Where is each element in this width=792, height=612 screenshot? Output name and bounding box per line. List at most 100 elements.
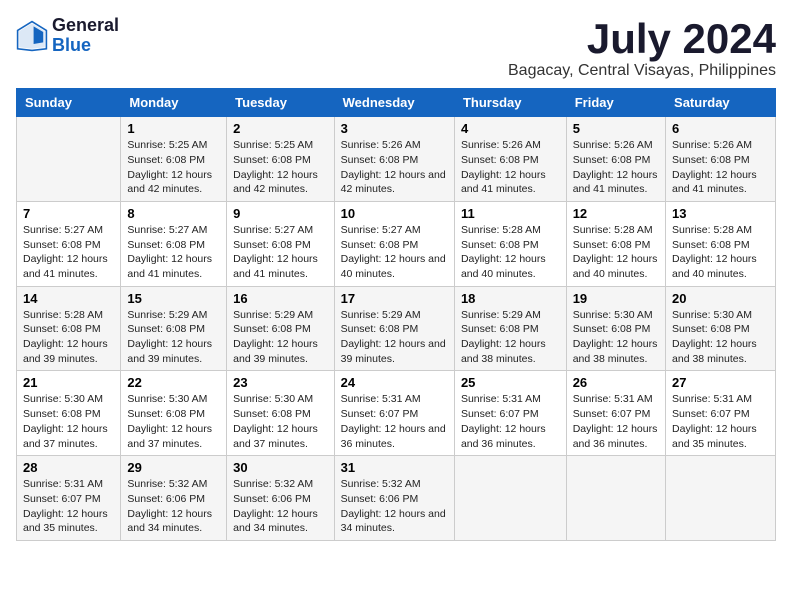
calendar-cell: 22Sunrise: 5:30 AMSunset: 6:08 PMDayligh… [121, 371, 227, 456]
cell-info: Sunrise: 5:30 AMSunset: 6:08 PMDaylight:… [672, 309, 757, 365]
calendar-cell: 10 Sunrise: 5:27 AMSunset: 6:08 PMDayligh… [334, 201, 454, 286]
calendar-cell: 2 Sunrise: 5:25 AMSunset: 6:08 PMDaylight… [227, 117, 334, 202]
logo: General Blue [16, 16, 119, 56]
day-number: 23 [233, 375, 327, 390]
logo-icon [16, 20, 48, 52]
day-number: 9 [233, 206, 327, 221]
calendar-cell [454, 456, 566, 541]
calendar-cell: 11 Sunrise: 5:28 AMSunset: 6:08 PMDayligh… [454, 201, 566, 286]
week-row-5: 28Sunrise: 5:31 AMSunset: 6:07 PMDayligh… [17, 456, 776, 541]
cell-info: Sunrise: 5:25 AMSunset: 6:08 PMDaylight:… [233, 139, 318, 195]
week-row-3: 14Sunrise: 5:28 AMSunset: 6:08 PMDayligh… [17, 286, 776, 371]
cell-info: Sunrise: 5:27 AMSunset: 6:08 PMDaylight:… [23, 224, 108, 280]
cell-info: Sunrise: 5:26 AMSunset: 6:08 PMDaylight:… [461, 139, 546, 195]
cell-info: Sunrise: 5:32 AMSunset: 6:06 PMDaylight:… [127, 478, 212, 534]
logo-blue: Blue [52, 36, 119, 56]
day-number: 11 [461, 206, 560, 221]
cell-info: Sunrise: 5:29 AMSunset: 6:08 PMDaylight:… [461, 309, 546, 365]
cell-info: Sunrise: 5:30 AMSunset: 6:08 PMDaylight:… [573, 309, 658, 365]
day-number: 16 [233, 291, 327, 306]
cell-info: Sunrise: 5:28 AMSunset: 6:08 PMDaylight:… [672, 224, 757, 280]
day-number: 20 [672, 291, 769, 306]
calendar-cell [666, 456, 776, 541]
day-number: 2 [233, 121, 327, 136]
cell-info: Sunrise: 5:27 AMSunset: 6:08 PMDaylight:… [127, 224, 212, 280]
day-number: 19 [573, 291, 659, 306]
day-number: 6 [672, 121, 769, 136]
calendar-cell: 3 Sunrise: 5:26 AMSunset: 6:08 PMDaylight… [334, 117, 454, 202]
header-row: SundayMondayTuesdayWednesdayThursdayFrid… [17, 89, 776, 117]
main-title: July 2024 [508, 16, 776, 62]
day-number: 24 [341, 375, 448, 390]
cell-info: Sunrise: 5:31 AMSunset: 6:07 PMDaylight:… [341, 393, 446, 449]
calendar-cell: 23 Sunrise: 5:30 AMSunset: 6:08 PMDayligh… [227, 371, 334, 456]
calendar-cell: 29Sunrise: 5:32 AMSunset: 6:06 PMDayligh… [121, 456, 227, 541]
cell-info: Sunrise: 5:28 AMSunset: 6:08 PMDaylight:… [23, 309, 108, 365]
day-number: 30 [233, 460, 327, 475]
calendar-cell: 31 Sunrise: 5:32 AMSunset: 6:06 PMDayligh… [334, 456, 454, 541]
day-header-tuesday: Tuesday [227, 89, 334, 117]
cell-info: Sunrise: 5:29 AMSunset: 6:08 PMDaylight:… [127, 309, 212, 365]
day-number: 10 [341, 206, 448, 221]
header: General Blue July 2024 Bagacay, Central … [16, 16, 776, 80]
cell-info: Sunrise: 5:30 AMSunset: 6:08 PMDaylight:… [233, 393, 318, 449]
week-row-2: 7Sunrise: 5:27 AMSunset: 6:08 PMDaylight… [17, 201, 776, 286]
calendar-cell: 6 Sunrise: 5:26 AMSunset: 6:08 PMDaylight… [666, 117, 776, 202]
day-number: 28 [23, 460, 114, 475]
cell-info: Sunrise: 5:31 AMSunset: 6:07 PMDaylight:… [672, 393, 757, 449]
cell-info: Sunrise: 5:32 AMSunset: 6:06 PMDaylight:… [341, 478, 446, 534]
day-number: 18 [461, 291, 560, 306]
day-header-wednesday: Wednesday [334, 89, 454, 117]
title-area: July 2024 Bagacay, Central Visayas, Phil… [508, 16, 776, 80]
day-header-friday: Friday [566, 89, 665, 117]
week-row-1: 1 Sunrise: 5:25 AMSunset: 6:08 PMDaylight… [17, 117, 776, 202]
cell-info: Sunrise: 5:26 AMSunset: 6:08 PMDaylight:… [573, 139, 658, 195]
calendar-cell [566, 456, 665, 541]
day-number: 31 [341, 460, 448, 475]
calendar-cell: 16 Sunrise: 5:29 AMSunset: 6:08 PMDayligh… [227, 286, 334, 371]
calendar-cell: 20 Sunrise: 5:30 AMSunset: 6:08 PMDayligh… [666, 286, 776, 371]
day-number: 15 [127, 291, 220, 306]
calendar-cell: 26 Sunrise: 5:31 AMSunset: 6:07 PMDayligh… [566, 371, 665, 456]
day-number: 26 [573, 375, 659, 390]
day-number: 21 [23, 375, 114, 390]
day-number: 17 [341, 291, 448, 306]
cell-info: Sunrise: 5:30 AMSunset: 6:08 PMDaylight:… [127, 393, 212, 449]
cell-info: Sunrise: 5:27 AMSunset: 6:08 PMDaylight:… [341, 224, 446, 280]
calendar-cell: 25Sunrise: 5:31 AMSunset: 6:07 PMDayligh… [454, 371, 566, 456]
calendar-cell: 13Sunrise: 5:28 AMSunset: 6:08 PMDayligh… [666, 201, 776, 286]
subtitle: Bagacay, Central Visayas, Philippines [508, 62, 776, 80]
logo-text: General Blue [52, 16, 119, 56]
week-row-4: 21 Sunrise: 5:30 AMSunset: 6:08 PMDayligh… [17, 371, 776, 456]
cell-info: Sunrise: 5:26 AMSunset: 6:08 PMDaylight:… [341, 139, 446, 195]
calendar-cell: 4Sunrise: 5:26 AMSunset: 6:08 PMDaylight… [454, 117, 566, 202]
day-number: 25 [461, 375, 560, 390]
calendar-cell: 21 Sunrise: 5:30 AMSunset: 6:08 PMDayligh… [17, 371, 121, 456]
cell-info: Sunrise: 5:28 AMSunset: 6:08 PMDaylight:… [573, 224, 658, 280]
cell-info: Sunrise: 5:27 AMSunset: 6:08 PMDaylight:… [233, 224, 318, 280]
calendar-cell: 30 Sunrise: 5:32 AMSunset: 6:06 PMDayligh… [227, 456, 334, 541]
day-header-monday: Monday [121, 89, 227, 117]
calendar-cell: 19 Sunrise: 5:30 AMSunset: 6:08 PMDayligh… [566, 286, 665, 371]
calendar-cell: 27Sunrise: 5:31 AMSunset: 6:07 PMDayligh… [666, 371, 776, 456]
calendar-cell [17, 117, 121, 202]
calendar-cell: 24 Sunrise: 5:31 AMSunset: 6:07 PMDayligh… [334, 371, 454, 456]
cell-info: Sunrise: 5:32 AMSunset: 6:06 PMDaylight:… [233, 478, 318, 534]
cell-info: Sunrise: 5:26 AMSunset: 6:08 PMDaylight:… [672, 139, 757, 195]
calendar-cell: 7Sunrise: 5:27 AMSunset: 6:08 PMDaylight… [17, 201, 121, 286]
calendar-cell: 5 Sunrise: 5:26 AMSunset: 6:08 PMDaylight… [566, 117, 665, 202]
cell-info: Sunrise: 5:28 AMSunset: 6:08 PMDaylight:… [461, 224, 546, 280]
calendar-cell: 17Sunrise: 5:29 AMSunset: 6:08 PMDayligh… [334, 286, 454, 371]
day-number: 12 [573, 206, 659, 221]
cell-info: Sunrise: 5:31 AMSunset: 6:07 PMDaylight:… [573, 393, 658, 449]
day-number: 1 [127, 121, 220, 136]
calendar-cell: 1Sunrise: 5:25 AMSunset: 6:08 PMDaylight… [121, 117, 227, 202]
day-header-thursday: Thursday [454, 89, 566, 117]
calendar-cell: 14Sunrise: 5:28 AMSunset: 6:08 PMDayligh… [17, 286, 121, 371]
day-number: 3 [341, 121, 448, 136]
cell-info: Sunrise: 5:29 AMSunset: 6:08 PMDaylight:… [233, 309, 318, 365]
cell-info: Sunrise: 5:30 AMSunset: 6:08 PMDaylight:… [23, 393, 108, 449]
day-number: 8 [127, 206, 220, 221]
day-header-saturday: Saturday [666, 89, 776, 117]
day-number: 5 [573, 121, 659, 136]
